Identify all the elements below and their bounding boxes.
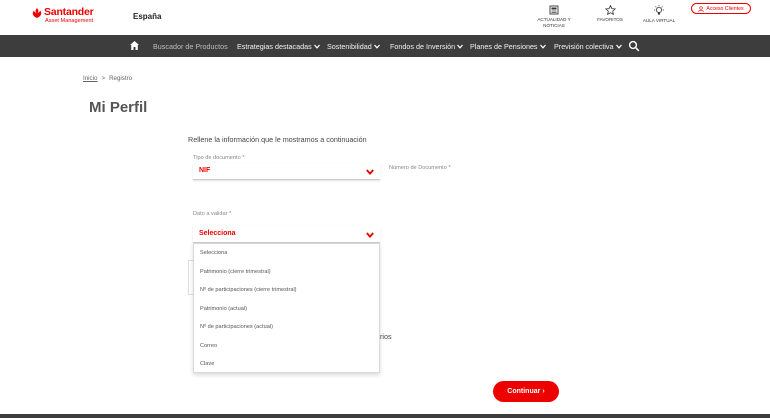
footer-strip <box>0 414 770 418</box>
home-icon[interactable] <box>129 40 140 51</box>
doc-number-field[interactable]: Número de Documento * <box>389 165 451 171</box>
news-label-2: NOTICIAS <box>543 23 565 28</box>
brand-subtitle: Asset Management <box>45 18 94 24</box>
dropdown-option[interactable]: Patrimonio (cierre trimestral) <box>194 263 379 282</box>
dato-validar-label: Dato a validar * <box>193 211 232 217</box>
aula-virtual-link[interactable]: AULA VIRTUAL <box>640 5 678 24</box>
dropdown-option[interactable]: Selecciona <box>194 244 379 263</box>
star-icon <box>604 5 616 15</box>
acceso-clientes-label: Acceso Clientes <box>706 5 744 12</box>
country-label[interactable]: España <box>133 12 161 21</box>
chevron-down-icon <box>366 232 374 238</box>
santander-logo[interactable]: Santander Asset Management <box>32 6 132 30</box>
breadcrumb-separator: > <box>101 75 106 82</box>
nav-item-prevision[interactable]: Previsión colectiva <box>554 42 622 51</box>
nav-item-label: Fondos de Inversión <box>390 42 456 51</box>
doc-type-value: NIF <box>199 167 211 174</box>
nav-item-buscador[interactable]: Buscador de Productos <box>153 42 228 51</box>
top-header: Santander Asset Management España ACTUAL… <box>0 0 770 35</box>
nav-item-fondos[interactable]: Fondos de Inversión <box>390 42 464 51</box>
lightbulb-icon <box>654 5 664 15</box>
hidden-text-fragment: rios <box>380 332 392 341</box>
nav-item-label: Sostenibilidad <box>327 42 372 51</box>
nav-item-label: Planes de Pensiones <box>470 42 538 51</box>
favorites-link[interactable]: FAVORITOS <box>593 5 627 23</box>
nav-item-planes[interactable]: Planes de Pensiones <box>470 42 546 51</box>
dropdown-option[interactable]: Nº de participaciones (cierre trimestral… <box>194 281 379 300</box>
user-icon <box>698 5 705 12</box>
search-icon[interactable] <box>628 40 640 52</box>
dropdown-option[interactable]: Nº de participaciones (actual) <box>194 318 379 337</box>
favorites-label: FAVORITOS <box>597 17 623 22</box>
chevron-down-icon <box>615 44 622 49</box>
nav-item-sostenibilidad[interactable]: Sostenibilidad <box>327 42 380 51</box>
page-title: Mi Perfil <box>89 99 148 116</box>
form-intro-text: Rellene la información que le mostramos … <box>188 135 367 144</box>
dato-validar-select[interactable]: Selecciona <box>193 226 380 243</box>
continue-button[interactable]: Continuar › <box>493 381 559 402</box>
dato-validar-value: Selecciona <box>199 230 236 237</box>
chevron-down-icon <box>313 44 320 49</box>
nav-item-label: Buscador de Productos <box>153 42 228 51</box>
chevron-down-icon <box>457 44 464 49</box>
newspaper-icon <box>549 5 559 15</box>
aula-virtual-label: AULA VIRTUAL <box>642 18 676 23</box>
continue-label: Continuar <box>507 388 541 395</box>
dropdown-option[interactable]: Patrimonio (actual) <box>194 300 379 319</box>
dropdown-option[interactable]: Correo <box>194 337 379 356</box>
breadcrumb-current: Registro <box>109 75 133 82</box>
nav-item-estrategias[interactable]: Estrategias destacadas <box>237 42 320 51</box>
acceso-clientes-button[interactable]: Acceso Clientes <box>691 3 751 14</box>
chevron-down-icon <box>366 169 374 175</box>
dropdown-option[interactable]: Clave <box>194 355 379 374</box>
brand-name: Santander <box>44 6 94 18</box>
nav-item-label: Estrategias destacadas <box>237 42 312 51</box>
nav-item-label: Previsión colectiva <box>554 42 614 51</box>
chevron-right-icon: › <box>542 388 545 395</box>
chevron-down-icon <box>539 44 546 49</box>
news-link[interactable]: ACTUALIDAD Y NOTICIAS <box>534 5 574 29</box>
flame-icon <box>32 8 42 18</box>
doc-type-select[interactable]: NIF <box>193 163 380 180</box>
chevron-down-icon <box>373 44 380 49</box>
breadcrumb-home-link[interactable]: Inicio <box>83 75 97 82</box>
main-nav: Buscador de Productos Estrategias destac… <box>0 35 770 57</box>
doc-type-label: Tipo de documento * <box>193 155 245 161</box>
breadcrumb: Inicio > Registro <box>83 75 132 82</box>
dato-validar-dropdown: Selecciona Patrimonio (cierre trimestral… <box>193 243 380 373</box>
